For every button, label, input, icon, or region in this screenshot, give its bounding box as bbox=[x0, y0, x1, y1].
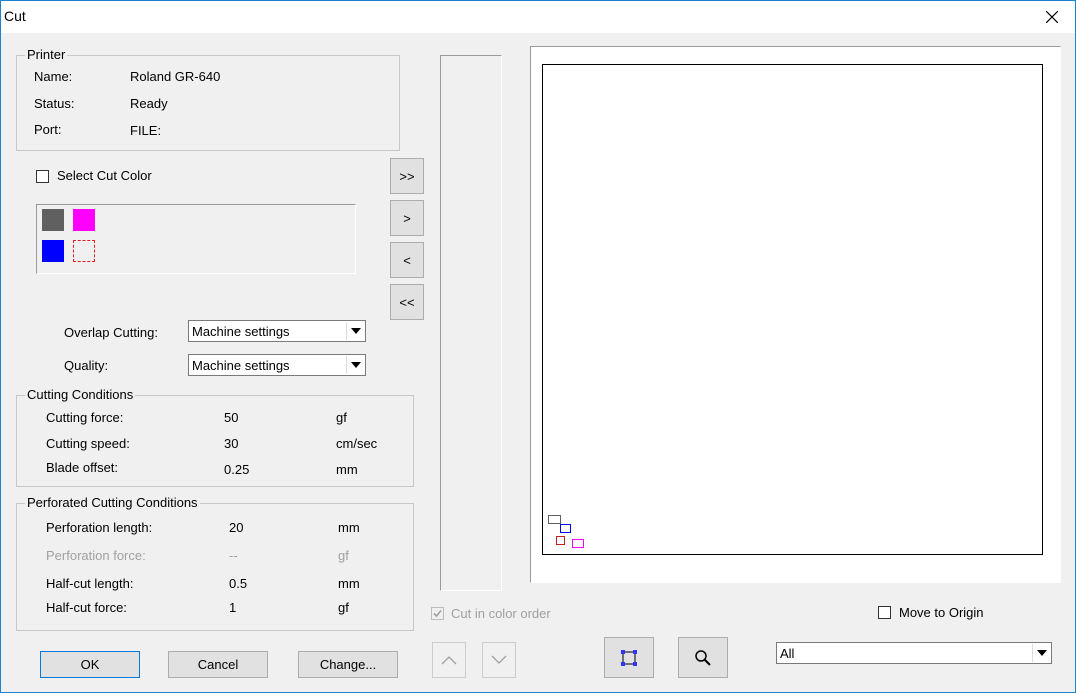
cutting-force-value: 50 bbox=[224, 410, 239, 425]
cutting-speed-label: Cutting speed: bbox=[46, 436, 130, 451]
checkmark-icon bbox=[433, 609, 442, 618]
perforation-force-value: -- bbox=[229, 548, 238, 563]
close-icon bbox=[1046, 11, 1058, 23]
printer-port-label: Port: bbox=[34, 122, 62, 137]
quality-label: Quality: bbox=[64, 358, 109, 373]
title-bar: Cut bbox=[1, 1, 1075, 33]
move-right-button[interactable]: > bbox=[390, 200, 424, 236]
overlap-cutting-value: Machine settings bbox=[192, 324, 290, 339]
blade-offset-unit: mm bbox=[336, 462, 358, 477]
move-to-origin-checkbox[interactable] bbox=[878, 606, 891, 619]
move-all-right-button[interactable]: >> bbox=[390, 158, 424, 194]
half-cut-length-label: Half-cut length: bbox=[46, 576, 134, 591]
cutting-speed-unit: cm/sec bbox=[336, 436, 378, 451]
blade-offset-value: 0.25 bbox=[224, 462, 250, 477]
perforated-conditions-group: Perforated Cutting Conditions Perforatio… bbox=[16, 495, 414, 631]
overlap-cutting-select[interactable]: Machine settings bbox=[188, 320, 366, 342]
printer-legend: Printer bbox=[25, 47, 68, 62]
zoom-button[interactable] bbox=[678, 637, 728, 678]
cut-dialog: Cut Printer Name: Roland GR-640 Status: … bbox=[0, 0, 1076, 693]
cut-order-list[interactable] bbox=[440, 55, 502, 591]
half-cut-length-unit: mm bbox=[338, 576, 360, 591]
cutting-speed-value: 30 bbox=[224, 436, 239, 451]
printer-name-value: Roland GR-640 bbox=[130, 69, 221, 84]
blade-offset-label: Blade offset: bbox=[46, 460, 119, 475]
cutting-force-unit: gf bbox=[336, 410, 347, 425]
perforated-conditions-legend: Perforated Cutting Conditions bbox=[25, 495, 200, 510]
half-cut-length-value: 0.5 bbox=[229, 576, 248, 591]
chevron-down-icon bbox=[346, 356, 364, 374]
cutting-conditions-group: Cutting Conditions Cutting force: 50 gf … bbox=[16, 387, 414, 487]
move-to-origin-label: Move to Origin bbox=[899, 605, 984, 620]
color-swatch-blue[interactable] bbox=[42, 240, 64, 262]
half-cut-force-label: Half-cut force: bbox=[46, 600, 127, 615]
cutting-force-label: Cutting force: bbox=[46, 410, 124, 425]
cut-preview[interactable] bbox=[530, 46, 1061, 583]
printer-status-value: Ready bbox=[130, 96, 168, 111]
fit-frame-icon bbox=[621, 649, 637, 666]
preview-shape-red bbox=[556, 536, 565, 545]
move-all-left-button[interactable]: << bbox=[390, 284, 424, 320]
quality-value: Machine settings bbox=[192, 358, 290, 373]
chevron-down-icon bbox=[491, 655, 507, 664]
color-swatch-gray[interactable] bbox=[42, 209, 64, 231]
printer-port-value: FILE: bbox=[130, 123, 162, 138]
cutting-conditions-legend: Cutting Conditions bbox=[25, 387, 136, 402]
view-select[interactable]: All bbox=[776, 642, 1052, 664]
perforation-length-unit: mm bbox=[338, 520, 360, 535]
cancel-button[interactable]: Cancel bbox=[168, 651, 268, 678]
printer-group: Printer Name: Roland GR-640 Status: Read… bbox=[16, 47, 400, 151]
preview-shape-blue bbox=[560, 524, 571, 533]
color-list[interactable] bbox=[36, 204, 356, 274]
select-cut-color-checkbox[interactable] bbox=[36, 170, 49, 183]
quality-select[interactable]: Machine settings bbox=[188, 354, 366, 376]
chevron-up-icon bbox=[441, 656, 457, 665]
media-outline bbox=[542, 64, 1043, 555]
half-cut-force-unit: gf bbox=[338, 600, 349, 615]
select-cut-color-label: Select Cut Color bbox=[57, 168, 152, 183]
overlap-cutting-label: Overlap Cutting: bbox=[64, 325, 158, 340]
half-cut-force-value: 1 bbox=[229, 600, 237, 615]
ok-button[interactable]: OK bbox=[40, 651, 140, 678]
magnifier-icon bbox=[695, 649, 711, 666]
printer-status-label: Status: bbox=[34, 96, 75, 111]
view-select-value: All bbox=[780, 646, 795, 661]
chevron-down-icon bbox=[1032, 644, 1050, 662]
color-swatch-dotted-red[interactable] bbox=[73, 240, 95, 262]
printer-name-label: Name: bbox=[34, 69, 73, 84]
perforation-force-unit: gf bbox=[338, 548, 349, 563]
perforation-length-value: 20 bbox=[229, 520, 244, 535]
preview-shape-gray bbox=[548, 515, 561, 524]
move-down-button[interactable] bbox=[482, 642, 516, 678]
move-up-button[interactable] bbox=[432, 642, 466, 678]
color-swatch-magenta[interactable] bbox=[73, 209, 95, 231]
cut-in-color-order-checkbox[interactable] bbox=[431, 607, 444, 620]
perforation-force-label: Perforation force: bbox=[46, 548, 146, 563]
window-title: Cut bbox=[4, 8, 26, 24]
close-button[interactable] bbox=[1029, 1, 1075, 33]
preview-shape-magenta bbox=[572, 539, 584, 548]
chevron-down-icon bbox=[346, 322, 364, 340]
change-button[interactable]: Change... bbox=[298, 651, 398, 678]
fit-to-media-button[interactable] bbox=[604, 637, 654, 678]
move-left-button[interactable]: < bbox=[390, 242, 424, 278]
perforation-length-label: Perforation length: bbox=[46, 520, 153, 535]
cut-in-color-order-label: Cut in color order bbox=[451, 606, 551, 621]
